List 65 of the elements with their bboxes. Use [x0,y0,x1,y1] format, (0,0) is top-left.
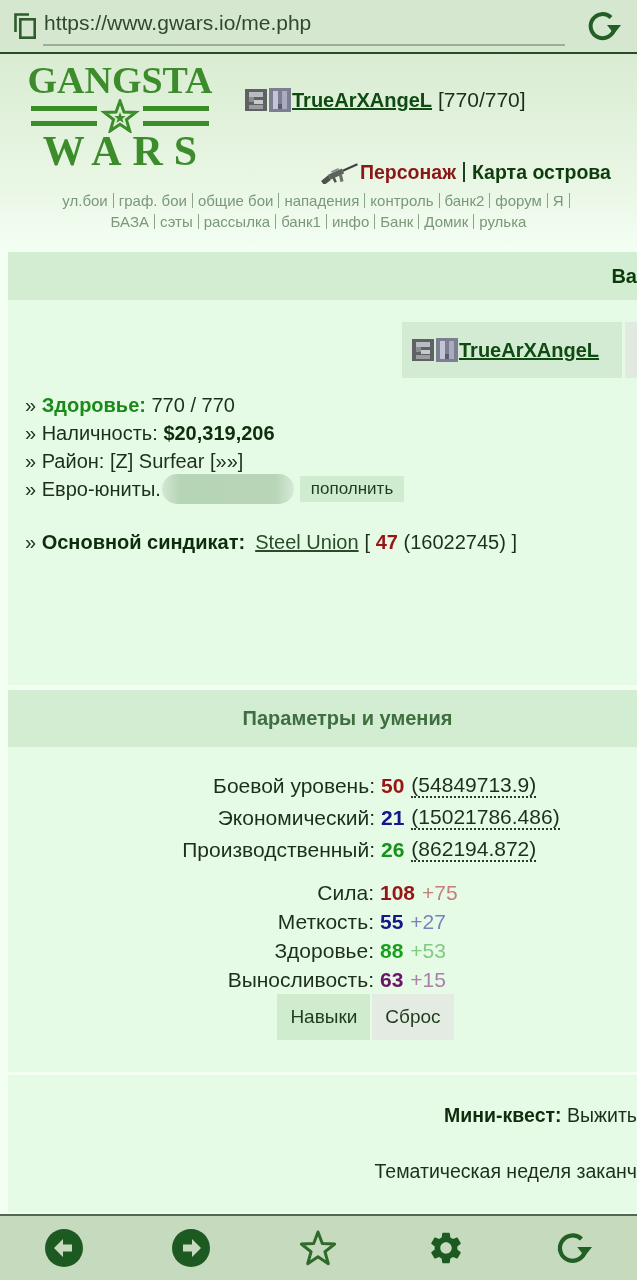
level-label: Экономический: [216,805,375,831]
info-text: » Здоровье: 770 / 770 [25,393,235,417]
panel-title: Ва [611,264,637,288]
stat-bonus: +27 [410,909,446,935]
nav-link[interactable]: Я [552,192,564,209]
stat-bonus: +53 [410,938,446,964]
nav-link[interactable]: Банк [380,213,414,230]
nav-link[interactable]: общие бои [197,192,274,209]
nav-link[interactable]: ул.бои [62,192,108,209]
stat-bonus: +15 [410,967,446,993]
stat-value: 55 [380,909,404,935]
nav-link[interactable]: Домик [424,213,469,230]
nav-link[interactable]: БАЗА [110,213,149,230]
nav-link[interactable]: нападения [284,192,360,209]
nav-link[interactable]: рулька [479,213,527,230]
copy-icon[interactable] [14,13,36,39]
nav-link[interactable]: граф. бои [118,192,187,209]
nav-link[interactable]: контроль [370,192,434,209]
stat-value: 63 [380,967,404,993]
nav-link[interactable]: рассылка [203,213,271,230]
stat-label: Выносливость: [226,967,374,993]
info-text: » Район: [Z] Surfear [»»] [25,449,244,473]
top-up-button[interactable]: пополнить [299,476,405,502]
forward-icon[interactable] [172,1229,211,1267]
stat-value: 88 [380,938,404,964]
character-tab[interactable]: TrueArXAngeL [402,322,622,378]
nav-link[interactable]: инфо [331,213,370,230]
panel-title: Параметры и умения [242,707,453,730]
level-value: 50 [381,773,405,799]
menu-link[interactable]: Карта острова [472,160,611,184]
syndicate-rank: [ 47 (16022745) ] [364,530,517,554]
menu-link[interactable]: Персонаж [360,160,456,184]
stat-value: 108 [380,880,416,906]
stat-label: Здоровье: [273,938,374,964]
level-value: 21 [381,805,405,831]
info-text: » Евро-юниты. [25,477,161,501]
nav-link[interactable]: сэты [160,213,193,230]
star-icon[interactable] [299,1230,338,1266]
nav-link[interactable]: банк2 [444,192,485,209]
player-name-link[interactable]: TrueArXAngeL [292,88,433,112]
quest-text: Мини-квест: Выжить [444,1103,637,1127]
clan-emblem-icon [412,337,459,363]
skill-button[interactable]: Навыки [277,994,371,1040]
experience-value: (862194.872) [411,838,537,862]
logo-text: GANGSTA [27,62,213,99]
skill-button[interactable]: Сброс [372,994,454,1040]
rifle-icon [318,160,360,184]
stat-bonus: +75 [422,880,458,906]
notice-text: Тематическая неделя заканч [374,1159,637,1183]
stat-label: Сила: [316,880,374,906]
nav-link[interactable]: банк1 [281,213,321,230]
syndicate-link[interactable]: Steel Union [255,530,359,554]
level-label: Боевой уровень: [212,773,375,799]
syndicate-label: » Основной синдикат: [25,530,246,554]
level-label: Производственный: [181,837,375,863]
nav-link[interactable]: форум [495,192,542,209]
back-icon[interactable] [44,1229,83,1267]
info-text: » Наличность: $20,319,206 [25,421,275,445]
hp-text: [770/770] [438,88,526,112]
clan-emblem-icon [245,87,292,113]
stat-label: Меткость: [276,909,374,935]
experience-value: (54849713.9) [411,774,537,798]
logo-text: WARS [41,133,209,170]
experience-value: (15021786.486) [411,806,560,830]
level-value: 26 [381,837,405,863]
